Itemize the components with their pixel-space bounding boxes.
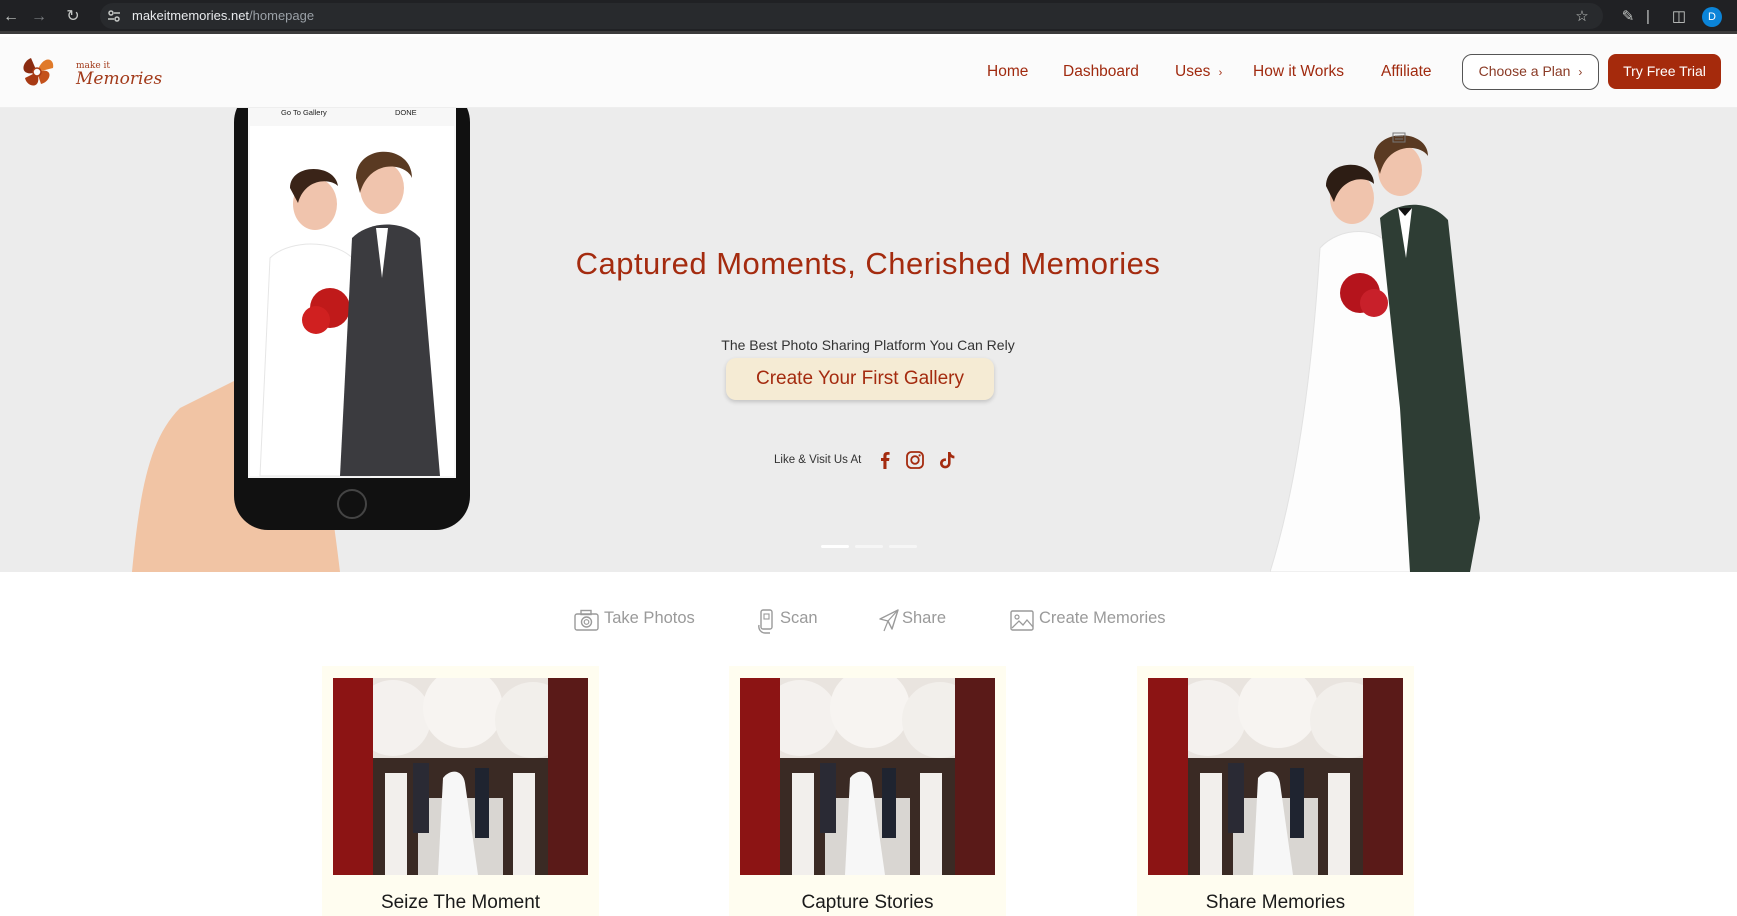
tab-scan-label: Scan <box>780 609 818 627</box>
phone-back-chevron-icon: ‹ <box>258 108 261 110</box>
tab-create-memories-label: Create Memories <box>1039 609 1166 627</box>
carousel-dot-3[interactable] <box>889 545 917 548</box>
tab-share-label: Share <box>902 609 947 627</box>
try-free-trial-button[interactable]: Try Free Trial <box>1608 54 1721 89</box>
card-seize-the-moment[interactable]: Seize The Moment <box>322 666 599 916</box>
tab-scan[interactable]: Scan <box>756 607 846 634</box>
bookmark-star-icon[interactable]: ☆ <box>1571 6 1593 28</box>
folder-icon <box>1392 132 1406 143</box>
tab-share[interactable]: Share <box>878 607 978 633</box>
site-settings-icon[interactable] <box>106 8 122 24</box>
back-arrow-icon[interactable]: ← <box>0 6 22 28</box>
chevron-right-icon: › <box>1218 67 1223 79</box>
url-host: makeitmemories.net <box>132 8 250 23</box>
nav-home[interactable]: Home <box>987 63 1028 81</box>
nav-uses-label: Uses <box>1175 63 1211 80</box>
phone-in-hand-image <box>132 108 470 572</box>
phone-done-label: DONE <box>395 108 417 117</box>
url-text: makeitmemories.net/homepage <box>132 8 314 23</box>
instagram-icon[interactable] <box>904 449 926 471</box>
nav-affiliate[interactable]: Affiliate <box>1381 63 1432 81</box>
tab-take-photos[interactable]: Take Photos <box>573 607 713 633</box>
card-title: Seize The Moment <box>380 892 541 913</box>
choose-plan-label: Choose a Plan <box>1478 63 1571 79</box>
couple-photo-image <box>1270 135 1480 572</box>
card-title: Capture Stories <box>801 892 934 913</box>
site-logo[interactable]: make it Memories <box>14 49 162 95</box>
card-share-memories[interactable]: Share Memories <box>1137 666 1414 916</box>
logo-text-main: Memories <box>76 69 163 89</box>
hero-title: Captured Moments, Cherished Memories <box>575 246 1161 281</box>
scan-phone-icon <box>758 609 773 634</box>
wedding-ceremony-photo <box>1148 678 1403 875</box>
create-gallery-button[interactable]: Create Your First Gallery <box>726 358 994 400</box>
tab-take-photos-label: Take Photos <box>604 609 695 627</box>
choose-plan-button[interactable]: Choose a Plan › <box>1462 54 1599 90</box>
forward-arrow-icon[interactable]: → <box>28 6 50 28</box>
carousel-dot-2[interactable] <box>855 545 883 548</box>
image-gallery-icon <box>1010 610 1034 631</box>
chevron-right-icon: › <box>1578 65 1583 79</box>
card-title: Share Memories <box>1205 892 1346 913</box>
phone-back-label: Go To Gallery <box>281 108 327 117</box>
nav-uses[interactable]: Uses › <box>1175 63 1222 81</box>
carousel-dot-1[interactable] <box>821 545 849 548</box>
browser-toolbar: ← → ↻ makeitmemories.net/homepage ☆ ✎ | … <box>0 0 1737 34</box>
send-paper-plane-icon <box>879 609 899 632</box>
wedding-ceremony-photo <box>333 678 588 875</box>
hero-subtitle: The Best Photo Sharing Platform You Can … <box>721 337 1015 353</box>
tiktok-icon[interactable] <box>936 449 958 471</box>
facebook-icon[interactable] <box>874 449 896 471</box>
extensions-icon[interactable]: ✎ <box>1617 6 1639 28</box>
wedding-ceremony-photo <box>740 678 995 875</box>
toolbar-divider: | <box>1646 8 1650 25</box>
side-panel-icon[interactable]: ◫ <box>1668 6 1690 28</box>
nav-how-it-works[interactable]: How it Works <box>1253 63 1344 81</box>
social-label: Like & Visit Us At <box>774 454 862 466</box>
url-path: /homepage <box>249 8 315 23</box>
reload-icon[interactable]: ↻ <box>62 6 84 28</box>
address-bar[interactable] <box>100 3 1603 29</box>
card-capture-stories[interactable]: Capture Stories <box>729 666 1006 916</box>
profile-avatar[interactable]: D <box>1702 7 1722 27</box>
tab-create-memories[interactable]: Create Memories <box>1009 607 1179 633</box>
hero-carousel: ‹ Go To Gallery DONE Captured Moments, C… <box>0 108 1737 572</box>
camera-icon <box>574 609 599 631</box>
logo-swirl-icon <box>23 58 54 86</box>
nav-dashboard[interactable]: Dashboard <box>1063 63 1139 81</box>
